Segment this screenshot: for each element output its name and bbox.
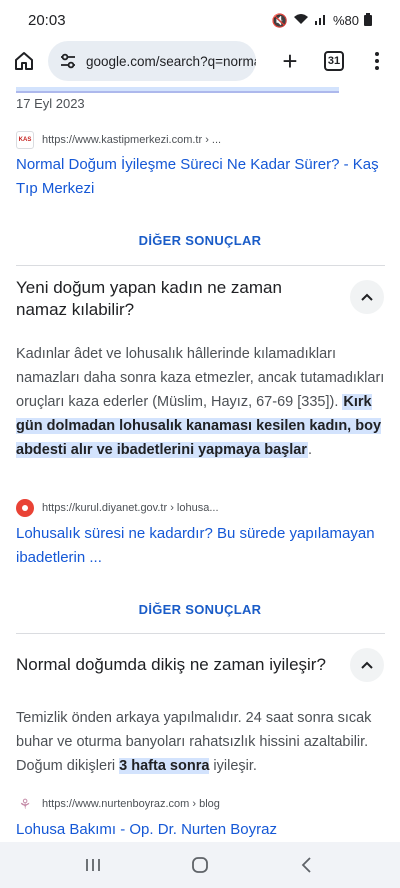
- question-heading[interactable]: Yeni doğum yapan kadın ne zaman namaz kı…: [16, 277, 336, 321]
- answer-highlight: 3 hafta sonra: [119, 758, 210, 774]
- collapse-button[interactable]: [350, 280, 384, 314]
- source-url[interactable]: https://kurul.diyanet.gov.tr › lohusa...: [42, 502, 219, 514]
- result-source[interactable]: https://kurul.diyanet.gov.tr › lohusa...: [16, 499, 219, 517]
- result-date: 17 Eyl 2023: [16, 96, 85, 111]
- system-nav-bar: [0, 842, 400, 888]
- result-title-link[interactable]: Lohusalık süresi ne kadardır? Bu sürede …: [16, 522, 388, 570]
- source-url[interactable]: https://www.nurtenboyraz.com › blog: [42, 798, 220, 810]
- back-icon[interactable]: [287, 845, 327, 885]
- tab-switcher-button[interactable]: 31: [324, 51, 344, 71]
- more-results-button[interactable]: DİĞER SONUÇLAR: [0, 233, 400, 248]
- site-favicon-icon: ⚘: [18, 795, 32, 812]
- chevron-up-icon: [361, 293, 373, 301]
- battery-icon: [364, 12, 372, 28]
- result-source[interactable]: KAS https://www.kastipmerkezi.com.tr › .…: [16, 131, 221, 149]
- collapse-button[interactable]: [350, 648, 384, 682]
- mute-icon: 🔇: [271, 12, 288, 28]
- result-source[interactable]: ⚘ https://www.nurtenboyraz.com › blog: [16, 795, 220, 813]
- search-results: 17 Eyl 2023 KAS https://www.kastipmerkez…: [0, 82, 400, 842]
- clipped-highlight: [16, 87, 339, 93]
- wifi-icon: [293, 13, 309, 27]
- new-tab-icon[interactable]: +: [278, 48, 302, 74]
- source-url[interactable]: https://www.kastipmerkezi.com.tr › ...: [42, 134, 221, 146]
- site-favicon-icon: [16, 499, 34, 517]
- answer-text: Temizlik önden arkaya yapılmalıdır. 24 s…: [16, 710, 372, 774]
- browser-toolbar: google.com/search?q=normal- + 31: [0, 40, 400, 82]
- overflow-menu-icon[interactable]: [374, 52, 380, 70]
- site-favicon-icon: KAS: [16, 131, 34, 149]
- divider: [16, 633, 385, 634]
- address-bar[interactable]: google.com/search?q=normal-: [48, 41, 256, 81]
- chevron-up-icon: [361, 661, 373, 669]
- home-icon[interactable]: [12, 49, 36, 73]
- home-nav-icon[interactable]: [180, 845, 220, 885]
- recent-apps-icon[interactable]: [73, 845, 113, 885]
- status-icons: 🔇 %80: [271, 12, 372, 28]
- more-results-button[interactable]: DİĞER SONUÇLAR: [0, 602, 400, 617]
- signal-icon: [314, 13, 328, 27]
- status-bar: 20:03 🔇 %80: [0, 0, 400, 40]
- status-time: 20:03: [28, 11, 66, 29]
- result-title-link[interactable]: Lohusa Bakımı - Op. Dr. Nurten Boyraz: [16, 818, 388, 842]
- site-settings-icon[interactable]: [58, 51, 78, 71]
- url-text[interactable]: google.com/search?q=normal-: [86, 54, 256, 69]
- divider: [16, 265, 385, 266]
- answer-text: Kadınlar âdet ve lohusalık hâllerinde kı…: [16, 346, 385, 458]
- battery-percent: %80: [332, 12, 359, 28]
- question-heading[interactable]: Normal doğumda dikiş ne zaman iyileşir?: [16, 654, 336, 676]
- result-title-link[interactable]: Normal Doğum İyileşme Süreci Ne Kadar Sü…: [16, 153, 388, 201]
